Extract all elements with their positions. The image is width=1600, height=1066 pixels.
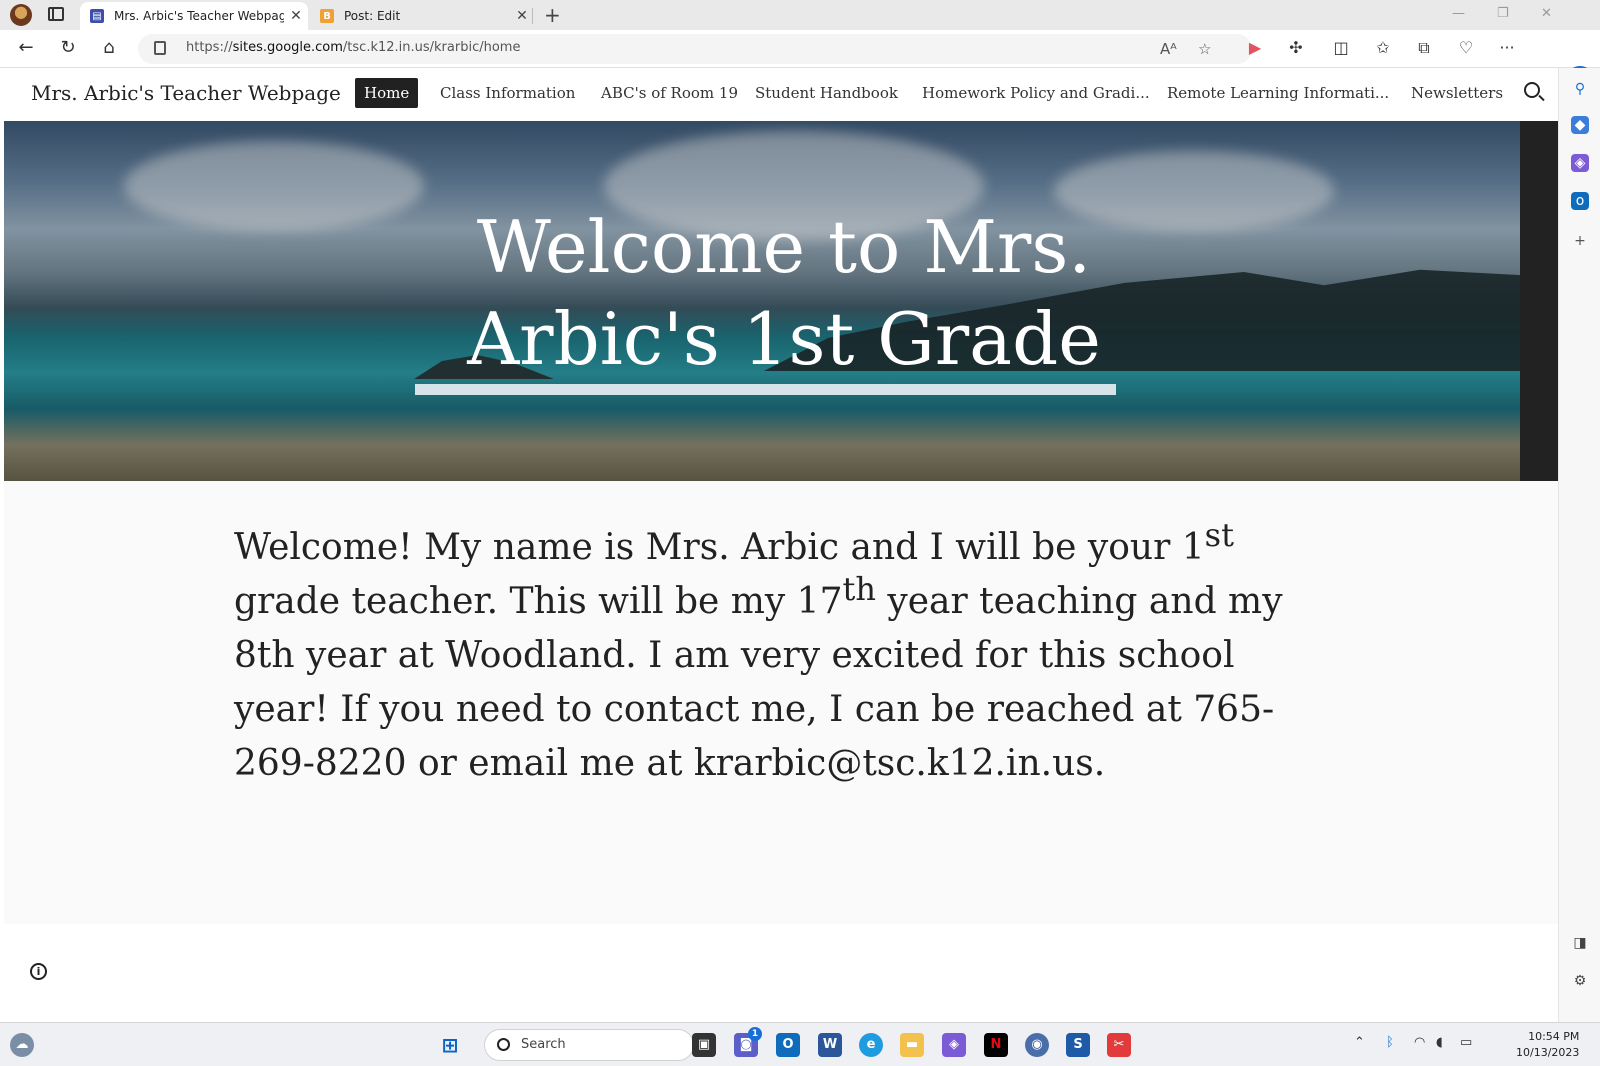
home-icon[interactable]: ⌂	[98, 38, 120, 58]
welcome-paragraph: Welcome! My name is Mrs. Arbic and I wil…	[234, 519, 1314, 791]
m365-icon[interactable]: ◈	[1571, 154, 1589, 172]
show-hidden-icons[interactable]: ⌃	[1354, 1035, 1365, 1050]
s-app-icon[interactable]: S	[1066, 1033, 1090, 1057]
tab-teacher-webpage[interactable]: ▤ Mrs. Arbic's Teacher Webpage ✕	[80, 2, 308, 30]
hero-heading: Welcome to Mrs. Arbic's 1st Grade	[424, 201, 1144, 385]
shopping-icon[interactable]: ◆	[1571, 116, 1589, 134]
blogger-icon: B	[320, 9, 334, 23]
taskbar-search-label: Search	[521, 1037, 566, 1052]
app-icon[interactable]: ◉	[1025, 1033, 1049, 1057]
chat-badge: 1	[748, 1027, 762, 1041]
tab-title: Post: Edit	[344, 9, 401, 23]
hero-heading-line2: Arbic's 1st Grade	[467, 297, 1101, 381]
task-view-icon[interactable]: ▣	[692, 1033, 716, 1057]
url-text[interactable]: https://sites.google.com/tsc.k12.in.us/k…	[186, 40, 520, 55]
start-icon[interactable]: ⊞	[438, 1033, 462, 1057]
extension-icon[interactable]: ▶	[1244, 38, 1266, 57]
file-explorer-icon[interactable]: ▬	[900, 1033, 924, 1057]
nav-homework-policy[interactable]: Homework Policy and Gradi...	[922, 78, 1150, 108]
close-window-icon[interactable]: ✕	[1541, 6, 1552, 21]
hero-heading-line1: Welcome to Mrs.	[476, 205, 1092, 289]
sidebar-toggle-icon[interactable]: ◨	[1571, 934, 1589, 952]
copilot-taskbar-icon[interactable]: ◈	[942, 1033, 966, 1057]
volume-icon[interactable]: ◖	[1436, 1035, 1443, 1050]
add-app-icon[interactable]: +	[1571, 232, 1589, 250]
welcome-text-1: Welcome! My name is Mrs. Arbic and I wil…	[234, 527, 1205, 568]
minimize-icon[interactable]: —	[1452, 6, 1465, 21]
info-icon[interactable]: i	[30, 963, 47, 980]
collections-icon[interactable]: ⧉	[1413, 38, 1435, 58]
word-icon[interactable]: W	[818, 1033, 842, 1057]
bluetooth-icon[interactable]: ᛒ	[1386, 1035, 1394, 1050]
read-aloud-icon[interactable]: Aᴬ	[1160, 40, 1177, 58]
browser-tab-bar: ▤ Mrs. Arbic's Teacher Webpage ✕ B Post:…	[0, 0, 1600, 30]
search-sidebar-icon[interactable]: ⚲	[1571, 80, 1589, 98]
edge-sidebar: ⚲ ◆ ◈ o + ◨ ⚙	[1558, 68, 1600, 1022]
clock[interactable]: 10:54 PM 10/13/2023	[1516, 1029, 1579, 1061]
favorite-star-icon[interactable]: ☆	[1198, 40, 1211, 58]
hero-banner: Welcome to Mrs. Arbic's 1st Grade	[4, 121, 1558, 481]
search-icon	[497, 1038, 510, 1051]
google-sites-icon: ▤	[90, 9, 104, 23]
superscript-st: st	[1204, 516, 1234, 554]
profile-avatar[interactable]	[10, 4, 32, 26]
nav-remote-learning[interactable]: Remote Learning Informati...	[1167, 78, 1389, 108]
browser-toolbar: ← ↻ ⌂ https://sites.google.com/tsc.k12.i…	[0, 30, 1600, 94]
netflix-icon[interactable]: N	[984, 1033, 1008, 1057]
split-screen-icon[interactable]: ◫	[1330, 38, 1352, 57]
hero-underline	[415, 384, 1116, 395]
superscript-th: th	[842, 570, 876, 608]
nav-newsletters[interactable]: Newsletters	[1411, 78, 1503, 108]
outlook-taskbar-icon[interactable]: O	[776, 1033, 800, 1057]
tab-actions-icon[interactable]	[48, 7, 64, 21]
browser-essentials-icon[interactable]: ♡	[1455, 38, 1477, 57]
tab-divider	[532, 8, 533, 24]
lock-icon[interactable]	[154, 41, 166, 55]
new-tab-button[interactable]: +	[544, 3, 561, 27]
tab-title: Mrs. Arbic's Teacher Webpage	[114, 9, 284, 23]
more-icon[interactable]: ···	[1496, 38, 1518, 57]
web-page: Mrs. Arbic's Teacher Webpage Home Class …	[0, 68, 1558, 1022]
nav-abcs-of-room-19[interactable]: ABC's of Room 19	[601, 78, 738, 108]
favorites-icon[interactable]: ✩	[1372, 38, 1394, 57]
wifi-icon[interactable]: ◠	[1414, 1035, 1425, 1050]
welcome-text-2: grade teacher. This will be my 17	[234, 581, 843, 622]
site-title[interactable]: Mrs. Arbic's Teacher Webpage	[31, 81, 341, 105]
clock-time: 10:54 PM	[1528, 1030, 1580, 1043]
refresh-icon[interactable]: ↻	[57, 38, 79, 58]
snipping-tool-icon[interactable]: ✂	[1107, 1033, 1131, 1057]
nav-class-information[interactable]: Class Information	[440, 78, 575, 108]
clock-date: 10/13/2023	[1516, 1046, 1580, 1059]
nav-home[interactable]: Home	[355, 78, 419, 108]
extensions-puzzle-icon[interactable]: ✣	[1285, 38, 1307, 57]
site-header: Mrs. Arbic's Teacher Webpage Home Class …	[0, 68, 1558, 121]
battery-icon[interactable]: ▭	[1460, 1035, 1472, 1050]
nav-student-handbook[interactable]: Student Handbook	[755, 78, 898, 108]
taskbar-search[interactable]: Search	[484, 1029, 694, 1061]
weather-icon[interactable]: ☁	[10, 1033, 34, 1057]
main-content: Welcome! My name is Mrs. Arbic and I wil…	[4, 481, 1558, 924]
edge-icon[interactable]: e	[859, 1033, 883, 1057]
search-icon[interactable]	[1524, 82, 1540, 98]
address-bar[interactable]: https://sites.google.com/tsc.k12.in.us/k…	[138, 34, 1252, 64]
outlook-icon[interactable]: o	[1571, 192, 1589, 210]
back-icon[interactable]: ←	[15, 38, 37, 58]
tab-post-edit[interactable]: B Post: Edit ✕	[310, 2, 534, 30]
settings-icon[interactable]: ⚙	[1571, 972, 1589, 990]
hero-dark-strip	[1520, 121, 1558, 481]
close-tab-icon[interactable]: ✕	[284, 8, 308, 24]
restore-icon[interactable]: ❐	[1497, 6, 1509, 21]
windows-taskbar: ☁ ⊞ Search ▣ ◙ 1 O W e ▬ ◈ N ◉ S ✂ ⌃ ᛒ ◠…	[0, 1022, 1600, 1066]
close-tab-icon[interactable]: ✕	[510, 8, 534, 24]
